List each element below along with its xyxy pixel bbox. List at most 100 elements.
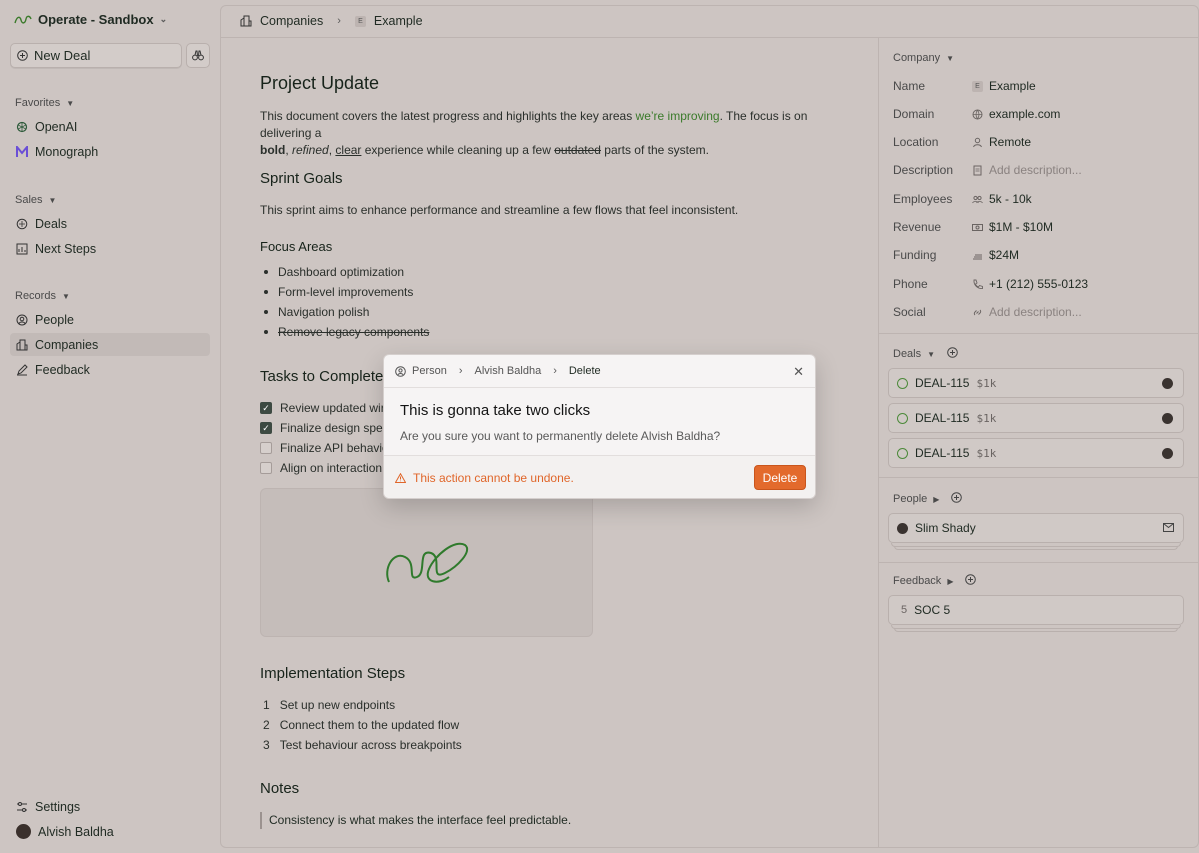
intro-text: experience while cleaning up a few (361, 143, 555, 157)
sprint-goals-heading: Sprint Goals (260, 170, 343, 187)
deal-card[interactable]: DEAL-115 $1k (888, 368, 1184, 398)
deal-card[interactable]: DEAL-115 $1k (888, 403, 1184, 433)
prop-label-revenue: Revenue (893, 220, 942, 234)
deals-section-title[interactable]: Deals ▼ (893, 347, 958, 361)
sidebar-item-monograph[interactable]: Monograph (10, 140, 210, 163)
task-item[interactable]: Align on interaction c (260, 461, 391, 475)
add-deal-icon[interactable] (947, 347, 958, 361)
sidebar-item-companies[interactable]: Companies (10, 333, 210, 356)
new-deal-button[interactable]: New Deal (10, 43, 182, 68)
embedded-image[interactable] (260, 488, 593, 637)
link-icon (973, 309, 982, 315)
plus-circle-icon (17, 50, 28, 61)
prop-value-text: +1 (212) 555-0123 (989, 277, 1089, 291)
prop-value-phone[interactable]: +1 (212) 555-0123 (972, 277, 1088, 291)
prop-value-funding[interactable]: $24M (972, 248, 1019, 262)
list-item-label: Dashboard optimization (278, 265, 405, 279)
checkbox-checked[interactable]: ✓ (260, 402, 272, 414)
sidebar-item-settings[interactable]: Settings (10, 795, 210, 818)
caret-down-icon: ▼ (946, 53, 954, 63)
status-circle-icon (897, 377, 908, 389)
prop-value-text: Add description... (989, 305, 1082, 319)
prop-value-description[interactable]: Add description... (972, 163, 1082, 177)
deal-card[interactable]: DEAL-115 $1k (888, 438, 1184, 468)
favorites-section-title[interactable]: Favorites ▼ (15, 97, 74, 109)
breadcrumb-companies[interactable]: Companies (260, 14, 323, 28)
prop-value-text: Example (989, 79, 1036, 93)
prop-value-text: $24M (989, 248, 1020, 262)
sidebar-item-label: People (35, 312, 74, 327)
checkbox[interactable] (260, 462, 272, 474)
task-item[interactable]: ✓ Review updated wire (260, 401, 391, 415)
close-icon[interactable]: ✕ (793, 364, 804, 380)
warning-icon (395, 473, 406, 483)
prop-value-employees[interactable]: 5k - 10k (972, 192, 1032, 206)
sidebar-item-people[interactable]: People (10, 308, 210, 331)
checkbox-checked[interactable]: ✓ (260, 422, 272, 434)
sidebar-item-deals[interactable]: Deals (10, 212, 210, 235)
building-icon (16, 339, 28, 351)
prop-value-revenue[interactable]: $1M - $10M (972, 220, 1053, 234)
dialog-crumb-person[interactable]: Person (412, 365, 447, 377)
people-section-title[interactable]: People ▶ (893, 492, 963, 506)
list-item-label: Navigation polish (278, 305, 370, 319)
prop-value-name[interactable]: E Example (972, 79, 1036, 93)
checkbox[interactable] (260, 442, 272, 454)
records-section-title[interactable]: Records ▼ (15, 290, 70, 302)
prop-label-name: Name (893, 79, 926, 93)
delete-confirm-dialog: Person › Alvish Baldha › Delete ✕ This i… (383, 354, 816, 499)
dialog-subtitle: Are you sure you want to permanently del… (400, 429, 721, 443)
feedback-number: 5 (901, 604, 908, 616)
intro-text: parts of the system. (600, 143, 709, 157)
intro-text: This document covers the latest progress… (260, 109, 636, 123)
sidebar-item-label: Monograph (35, 144, 99, 159)
openai-icon (16, 121, 28, 133)
prop-label-domain: Domain (893, 107, 935, 121)
feedback-section-title[interactable]: Feedback ▶ (893, 574, 977, 588)
workspace-name: Operate - Sandbox (38, 12, 154, 27)
logo-scribble-icon (386, 542, 468, 583)
focus-areas-heading: Focus Areas (260, 239, 333, 254)
prop-value-domain[interactable]: example.com (972, 107, 1060, 121)
caret-down-icon: ▼ (66, 98, 75, 108)
add-person-icon[interactable] (951, 492, 963, 506)
person-card[interactable]: Slim Shady (888, 513, 1184, 543)
deal-name: DEAL-115 (915, 376, 970, 390)
step-label: Connect them to the updated flow (279, 718, 460, 732)
intro-link[interactable]: we’re improving (636, 109, 720, 123)
user-profile[interactable]: Alvish Baldha (10, 820, 210, 843)
settings-icon (16, 801, 28, 813)
prop-label-phone: Phone (893, 277, 928, 291)
intro-italic: refined (292, 143, 329, 157)
company-section-title[interactable]: Company ▼ (893, 52, 954, 64)
dialog-crumb-name[interactable]: Alvish Baldha (475, 365, 542, 377)
sidebar-item-label: Next Steps (35, 241, 97, 256)
coins-icon (973, 254, 982, 259)
sidebar-item-label: Settings (35, 799, 81, 814)
records-title: Records (15, 290, 56, 302)
mail-icon[interactable] (1163, 521, 1174, 535)
people-icon (972, 195, 983, 203)
task-item[interactable]: Finalize API behaviou (260, 441, 395, 455)
sales-section-title[interactable]: Sales ▼ (15, 194, 56, 206)
add-feedback-icon[interactable] (965, 574, 977, 588)
task-item[interactable]: ✓ Finalize design specs (260, 421, 395, 435)
sidebar-item-next-steps[interactable]: Next Steps (10, 237, 210, 260)
doc-icon (973, 165, 982, 175)
prop-value-location[interactable]: Remote (972, 135, 1031, 149)
sidebar-item-feedback[interactable]: Feedback (10, 358, 210, 381)
feedback-card[interactable]: 5 SOC 5 (888, 595, 1184, 625)
person-circle-icon (16, 314, 28, 326)
new-deal-label: New Deal (34, 48, 91, 63)
delete-button[interactable]: Delete (754, 465, 806, 490)
sidebar-item-openai[interactable]: OpenAI (10, 115, 210, 138)
chevron-down-icon: ⌄ (159, 14, 168, 24)
sidebar: Operate - Sandbox ⌄ New Deal Favorites ▼ … (0, 0, 220, 853)
prop-value-social[interactable]: Add description... (972, 305, 1082, 319)
divider (878, 562, 1198, 563)
search-button[interactable] (186, 43, 210, 68)
status-circle-icon (897, 412, 908, 424)
workspace-switcher[interactable]: Operate - Sandbox ⌄ (14, 12, 167, 27)
list-item: Dashboard optimization (264, 265, 404, 279)
prop-value-text: Add description... (989, 163, 1082, 177)
